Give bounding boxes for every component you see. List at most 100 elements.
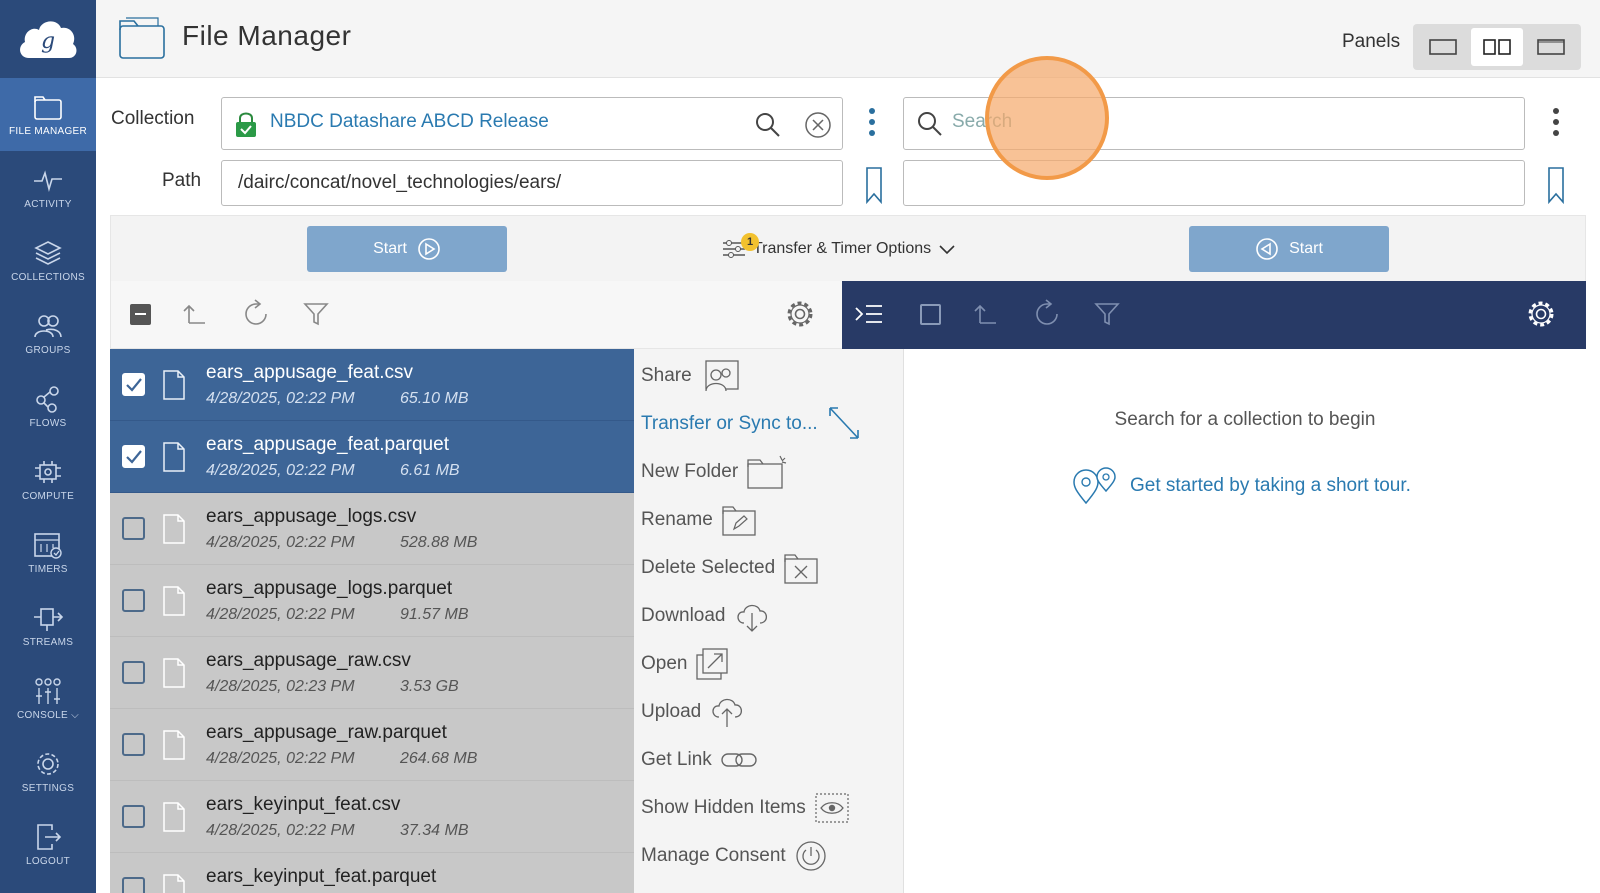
row-checkbox[interactable]: [122, 517, 145, 540]
filter-icon[interactable]: [1094, 301, 1120, 327]
row-checkbox[interactable]: [122, 445, 145, 468]
upload-action[interactable]: Upload: [641, 692, 745, 732]
row-checkbox[interactable]: [122, 805, 145, 828]
table-row[interactable]: ears_keyinput_feat.csv 4/28/2025, 02:22 …: [110, 781, 634, 853]
left-bookmark-icon[interactable]: [864, 166, 884, 204]
file-icon: [163, 874, 185, 893]
clear-collection-icon[interactable]: [804, 111, 832, 139]
action-label: New Folder: [641, 461, 739, 482]
file-size: 528.88 MB: [400, 534, 478, 551]
filter-icon[interactable]: [303, 301, 329, 327]
get-link-action[interactable]: Get Link: [641, 740, 758, 780]
right-select-all-checkbox[interactable]: [920, 304, 941, 325]
file-date: 4/28/2025, 02:22 PM: [206, 822, 355, 839]
play-right-icon: [418, 238, 440, 260]
start-transfer-right-button[interactable]: Start: [1189, 226, 1389, 272]
right-file-pane: Search for a collection to begin Get sta…: [904, 349, 1586, 893]
delete-selected-action[interactable]: Delete Selected: [641, 548, 819, 588]
share-action[interactable]: Share: [641, 356, 740, 396]
tour-link[interactable]: Get started by taking a short tour.: [1072, 467, 1411, 505]
table-row[interactable]: ears_keyinput_feat.parquet: [110, 853, 634, 893]
file-meta: 4/28/2025, 02:22 PM 37.34 MB: [206, 822, 468, 840]
file-name: ears_keyinput_feat.parquet: [206, 866, 437, 887]
new-folder-action[interactable]: New Folder: [641, 452, 788, 492]
sidebar-item-label: GROUPS: [25, 345, 71, 356]
search-icon[interactable]: [754, 111, 782, 139]
empty-state-message: Search for a collection to begin: [1114, 409, 1376, 430]
sidebar-item-logout[interactable]: LOGOUT: [0, 808, 96, 881]
right-panel-button[interactable]: [1525, 28, 1577, 66]
sidebar-item-file-manager[interactable]: FILE MANAGER: [0, 78, 96, 151]
file-size: 264.68 MB: [400, 750, 478, 767]
file-meta: 4/28/2025, 02:22 PM 264.68 MB: [206, 750, 477, 768]
download-action[interactable]: Download: [641, 596, 770, 636]
single-panel-button[interactable]: [1417, 28, 1469, 66]
action-label: Open: [641, 653, 688, 674]
collections-icon: [34, 241, 62, 265]
start-label: Start: [1289, 240, 1323, 257]
row-checkbox[interactable]: [122, 877, 145, 893]
sidebar-item-groups[interactable]: GROUPS: [0, 297, 96, 370]
globus-cloud-logo-icon: g: [20, 21, 77, 58]
transfer-or-sync-action[interactable]: Transfer or Sync to...: [641, 404, 862, 444]
sidebar-item-flows[interactable]: FLOWS: [0, 370, 96, 443]
folder-icon: [119, 17, 165, 59]
sidebar-item-console[interactable]: CONSOLE ⌵: [0, 662, 96, 735]
sidebar-item-collections[interactable]: COLLECTIONS: [0, 224, 96, 297]
transfer-timer-options-toggle[interactable]: 1 Transfer & Timer Options: [721, 233, 957, 265]
sidebar-item-settings[interactable]: SETTINGS: [0, 735, 96, 808]
left-options-menu-button[interactable]: [867, 108, 877, 136]
action-label: Manage Consent: [641, 845, 786, 866]
table-row[interactable]: ears_appusage_logs.parquet 4/28/2025, 02…: [110, 565, 634, 637]
table-row[interactable]: ears_appusage_logs.csv 4/28/2025, 02:22 …: [110, 493, 634, 565]
file-name: ears_appusage_raw.csv: [206, 650, 411, 671]
file-icon: [163, 730, 185, 760]
search-placeholder: Search: [952, 111, 1013, 132]
flows-icon: [36, 386, 59, 413]
row-checkbox[interactable]: [122, 661, 145, 684]
open-action[interactable]: Open: [641, 644, 731, 684]
action-label: Download: [641, 605, 726, 626]
file-size: 91.57 MB: [400, 606, 469, 623]
right-bookmark-icon[interactable]: [1546, 166, 1566, 204]
single-panel-icon: [1429, 39, 1457, 55]
left-collection-field[interactable]: NBDC Datashare ABCD Release: [221, 97, 843, 150]
toggle-menu-icon[interactable]: [854, 301, 884, 327]
dual-panel-button[interactable]: [1471, 28, 1523, 66]
sidebar-item-timers[interactable]: TIMERS: [0, 516, 96, 589]
table-row[interactable]: ears_appusage_feat.csv 4/28/2025, 02:22 …: [110, 349, 634, 421]
gear-icon[interactable]: [784, 298, 816, 330]
refresh-icon[interactable]: [241, 299, 271, 329]
tour-link-text: Get started by taking a short tour.: [1130, 475, 1411, 496]
globus-logo[interactable]: g: [0, 0, 96, 78]
right-path-input[interactable]: [903, 160, 1525, 206]
row-checkbox[interactable]: [122, 373, 145, 396]
sidebar-item-compute[interactable]: COMPUTE: [0, 443, 96, 516]
file-date: 4/28/2025, 02:23 PM: [206, 678, 355, 695]
start-transfer-left-button[interactable]: Start: [307, 226, 507, 272]
select-all-checkbox[interactable]: [130, 304, 151, 325]
row-checkbox[interactable]: [122, 733, 145, 756]
right-collection-search-input[interactable]: Search: [903, 97, 1525, 150]
streams-icon: [34, 608, 64, 631]
up-folder-icon[interactable]: [181, 301, 207, 327]
row-checkbox[interactable]: [122, 589, 145, 612]
table-row[interactable]: ears_appusage_feat.parquet 4/28/2025, 02…: [110, 421, 634, 493]
file-size: 3.53 GB: [400, 678, 459, 695]
left-path-input[interactable]: /dairc/concat/novel_technologies/ears/: [221, 160, 843, 206]
refresh-icon[interactable]: [1032, 299, 1062, 329]
manage-consent-action[interactable]: Manage Consent: [641, 836, 828, 876]
rename-icon: [722, 506, 756, 536]
file-name: ears_appusage_feat.csv: [206, 362, 414, 383]
show-hidden-items-action[interactable]: Show Hidden Items: [641, 788, 850, 828]
table-row[interactable]: ears_appusage_raw.csv 4/28/2025, 02:23 P…: [110, 637, 634, 709]
table-row[interactable]: ears_appusage_raw.parquet 4/28/2025, 02:…: [110, 709, 634, 781]
gear-icon[interactable]: [1525, 298, 1557, 330]
up-folder-icon[interactable]: [972, 301, 998, 327]
rename-action[interactable]: Rename: [641, 500, 757, 540]
right-options-menu-button[interactable]: [1551, 108, 1561, 136]
sidebar-item-streams[interactable]: STREAMS: [0, 589, 96, 662]
transfer-start-bar: Start 1 Transfer & Timer Options Start: [110, 215, 1586, 281]
search-icon: [918, 112, 942, 136]
sidebar-item-activity[interactable]: ACTIVITY: [0, 151, 96, 224]
